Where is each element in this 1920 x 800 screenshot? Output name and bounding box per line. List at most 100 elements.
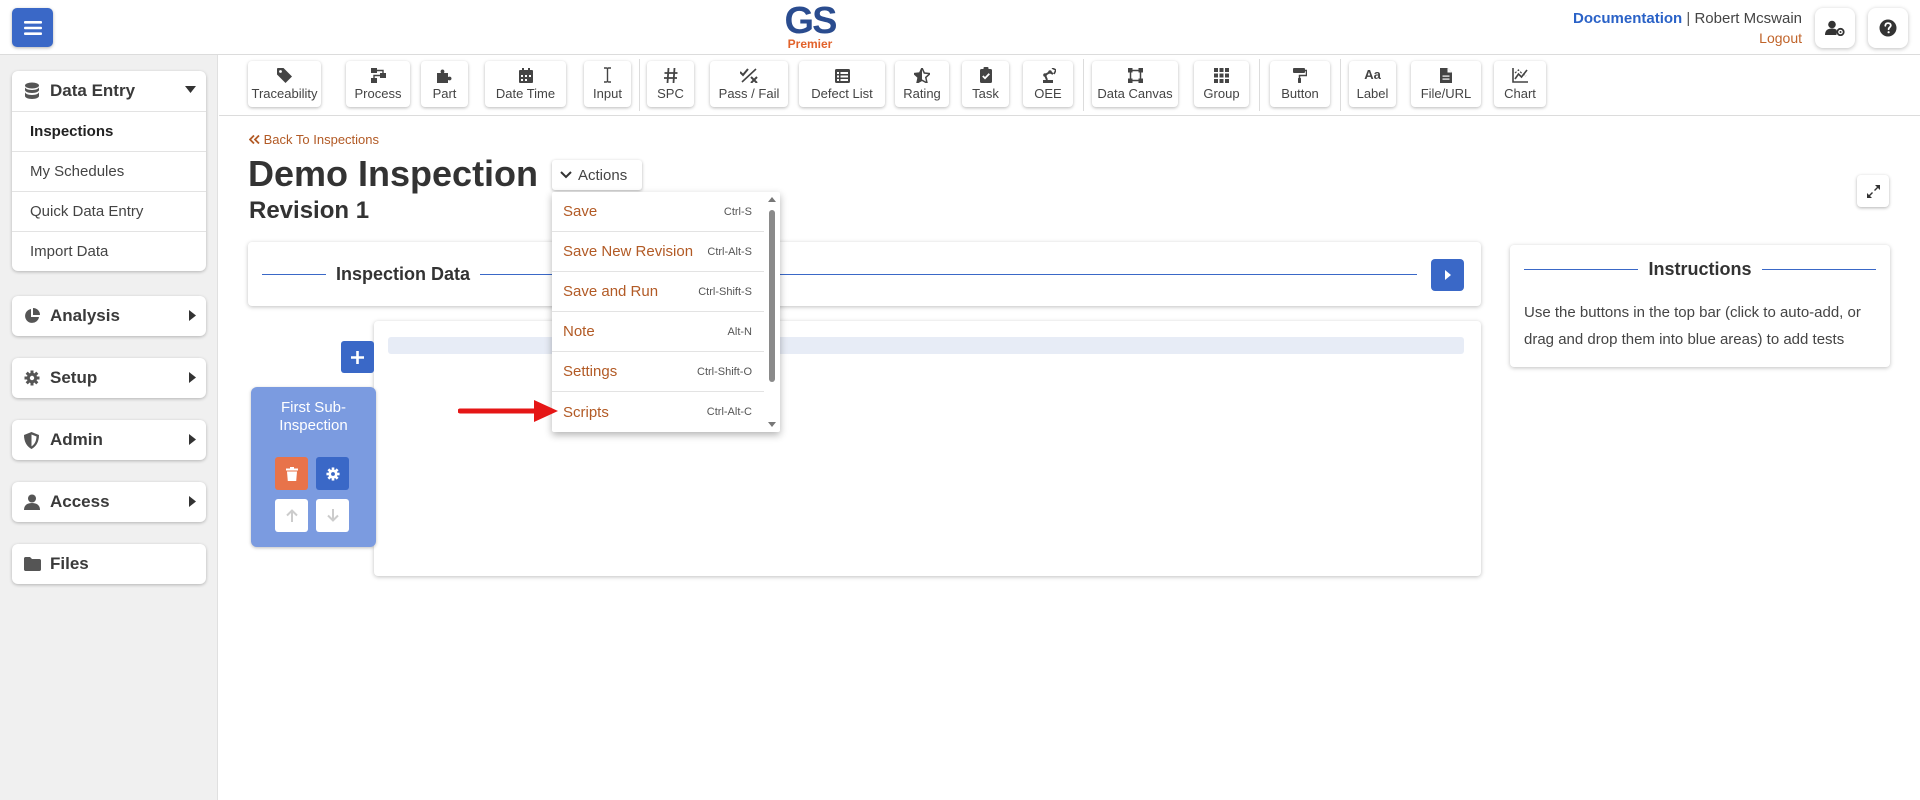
instructions-panel: Instructions Use the buttons in the top …	[1510, 245, 1890, 367]
caret-down-icon	[185, 86, 196, 93]
tool-rating[interactable]: Rating	[895, 61, 949, 107]
folder-icon	[24, 555, 42, 573]
hashtag-icon	[663, 68, 677, 83]
tool-data-canvas[interactable]: Data Canvas	[1092, 61, 1178, 107]
files-label: Files	[50, 554, 89, 573]
gear-icon	[325, 466, 340, 481]
menu-item-save-and-run[interactable]: Save and Run Ctrl-Shift-S	[552, 272, 764, 312]
grid-icon	[1214, 68, 1229, 83]
test-toolbar: Traceability Process Part Date Time Inpu…	[219, 55, 1920, 116]
menu-item-scripts[interactable]: Scripts Ctrl-Alt-C	[552, 392, 764, 432]
list-alt-icon	[834, 69, 850, 83]
caret-right-icon	[189, 496, 196, 507]
user-settings-button[interactable]	[1815, 8, 1855, 48]
back-to-inspections-link[interactable]: Back To Inspections	[248, 132, 379, 147]
tool-date-time[interactable]: Date Time	[485, 61, 566, 107]
user-name: Robert Mcswain	[1694, 10, 1802, 27]
gear-icon	[24, 369, 42, 387]
sidebar-section-admin[interactable]: Admin	[12, 420, 206, 460]
instructions-text: Use the buttons in the top bar (click to…	[1524, 304, 1861, 348]
delete-sub-inspection-button[interactable]	[275, 457, 308, 490]
gs-premier-logo[interactable]: GS Premier	[760, 2, 860, 50]
tool-task[interactable]: Task	[962, 61, 1009, 107]
add-sub-inspection-button[interactable]	[341, 341, 374, 373]
toolbar-divider	[1259, 59, 1260, 111]
sub-inspection-drop-area[interactable]	[374, 321, 1481, 576]
help-button[interactable]	[1868, 8, 1908, 48]
drop-zone-strip[interactable]	[388, 337, 1464, 354]
sidebar-section-setup[interactable]: Setup	[12, 358, 206, 398]
tool-group[interactable]: Group	[1194, 61, 1249, 107]
tool-defect-list[interactable]: Defect List	[799, 61, 885, 107]
data-entry-label: Data Entry	[50, 81, 136, 100]
pie-chart-icon	[24, 307, 42, 325]
analysis-label: Analysis	[50, 306, 120, 325]
calendar-icon	[518, 68, 533, 83]
toolbar-divider	[1083, 59, 1084, 111]
tool-part[interactable]: Part	[421, 61, 468, 107]
tool-file-url[interactable]: File/URL	[1411, 61, 1481, 107]
expand-arrows-icon	[1866, 184, 1880, 198]
process-icon	[370, 68, 386, 83]
sidebar-item-inspections[interactable]: Inspections	[12, 111, 206, 151]
tool-input[interactable]: Input	[584, 61, 631, 107]
toolbar-divider	[1340, 59, 1341, 111]
sidebar-section-analysis[interactable]: Analysis	[12, 296, 206, 336]
menu-item-save-new-revision[interactable]: Save New Revision Ctrl-Alt-S	[552, 232, 764, 272]
tool-pass-fail[interactable]: Pass / Fail	[710, 61, 788, 107]
revision-label: Revision 1	[249, 197, 370, 224]
logout-link[interactable]: Logout	[1573, 30, 1802, 46]
shield-icon	[24, 431, 42, 449]
sidebar-item-import-data[interactable]: Import Data	[12, 231, 206, 271]
user-gear-icon	[1825, 20, 1845, 36]
tool-traceability[interactable]: Traceability	[248, 61, 321, 107]
chevron-down-icon	[560, 171, 572, 179]
admin-label: Admin	[50, 430, 103, 449]
tool-chart[interactable]: Chart	[1494, 61, 1546, 107]
tool-process[interactable]: Process	[346, 61, 410, 107]
inspection-data-panel: Inspection Data	[248, 242, 1481, 306]
expand-button[interactable]	[1857, 175, 1889, 207]
tool-button[interactable]: Button	[1270, 61, 1330, 107]
actions-dropdown-menu: Save Ctrl-S Save New Revision Ctrl-Alt-S…	[552, 192, 780, 432]
actions-dropdown-button[interactable]: Actions	[552, 160, 642, 190]
caret-right-icon	[189, 434, 196, 445]
caret-right-icon	[189, 310, 196, 321]
hamburger-menu-button[interactable]	[12, 8, 53, 47]
sidebar: Data Entry Inspections My Schedules Quic…	[0, 55, 218, 800]
menu-item-note[interactable]: Note Alt-N	[552, 312, 764, 352]
sidebar-section-access[interactable]: Access	[12, 482, 206, 522]
data-entry-header[interactable]: Data Entry	[12, 71, 206, 111]
menu-scrollbar[interactable]	[766, 194, 778, 430]
chart-line-icon	[1512, 68, 1528, 83]
puzzle-piece-icon	[437, 69, 452, 83]
caret-right-icon	[1444, 270, 1451, 280]
sidebar-section-files[interactable]: Files	[12, 544, 206, 584]
tool-spc[interactable]: SPC	[647, 61, 694, 107]
sub-inspection-settings-button[interactable]	[316, 457, 349, 490]
check-x-icon	[740, 68, 758, 83]
arrow-up-icon	[285, 509, 298, 522]
menu-item-settings[interactable]: Settings Ctrl-Shift-O	[552, 352, 764, 392]
trash-icon	[285, 466, 298, 481]
inspection-data-title: Inspection Data	[326, 264, 481, 285]
red-annotation-arrow	[458, 400, 558, 422]
double-chevron-left-icon	[248, 134, 260, 145]
collapse-toggle-button[interactable]	[1431, 259, 1464, 291]
text-cursor-icon	[604, 67, 611, 83]
plus-icon	[351, 350, 364, 364]
tool-label[interactable]: Aa Label	[1349, 61, 1396, 107]
documentation-link[interactable]: Documentation	[1573, 10, 1682, 27]
toolbar-divider	[639, 59, 640, 111]
menu-item-save[interactable]: Save Ctrl-S	[552, 192, 764, 232]
move-up-button[interactable]	[275, 499, 308, 532]
help-icon	[1879, 19, 1897, 37]
sidebar-item-quick-data-entry[interactable]: Quick Data Entry	[12, 191, 206, 231]
header-separator: |	[1686, 10, 1691, 27]
sub-inspection-card[interactable]: First Sub-Inspection	[251, 387, 376, 547]
tool-oee[interactable]: OEE	[1023, 61, 1073, 107]
move-down-button[interactable]	[316, 499, 349, 532]
sidebar-item-my-schedules[interactable]: My Schedules	[12, 151, 206, 191]
access-label: Access	[50, 492, 110, 511]
font-icon: Aa	[1364, 66, 1381, 82]
